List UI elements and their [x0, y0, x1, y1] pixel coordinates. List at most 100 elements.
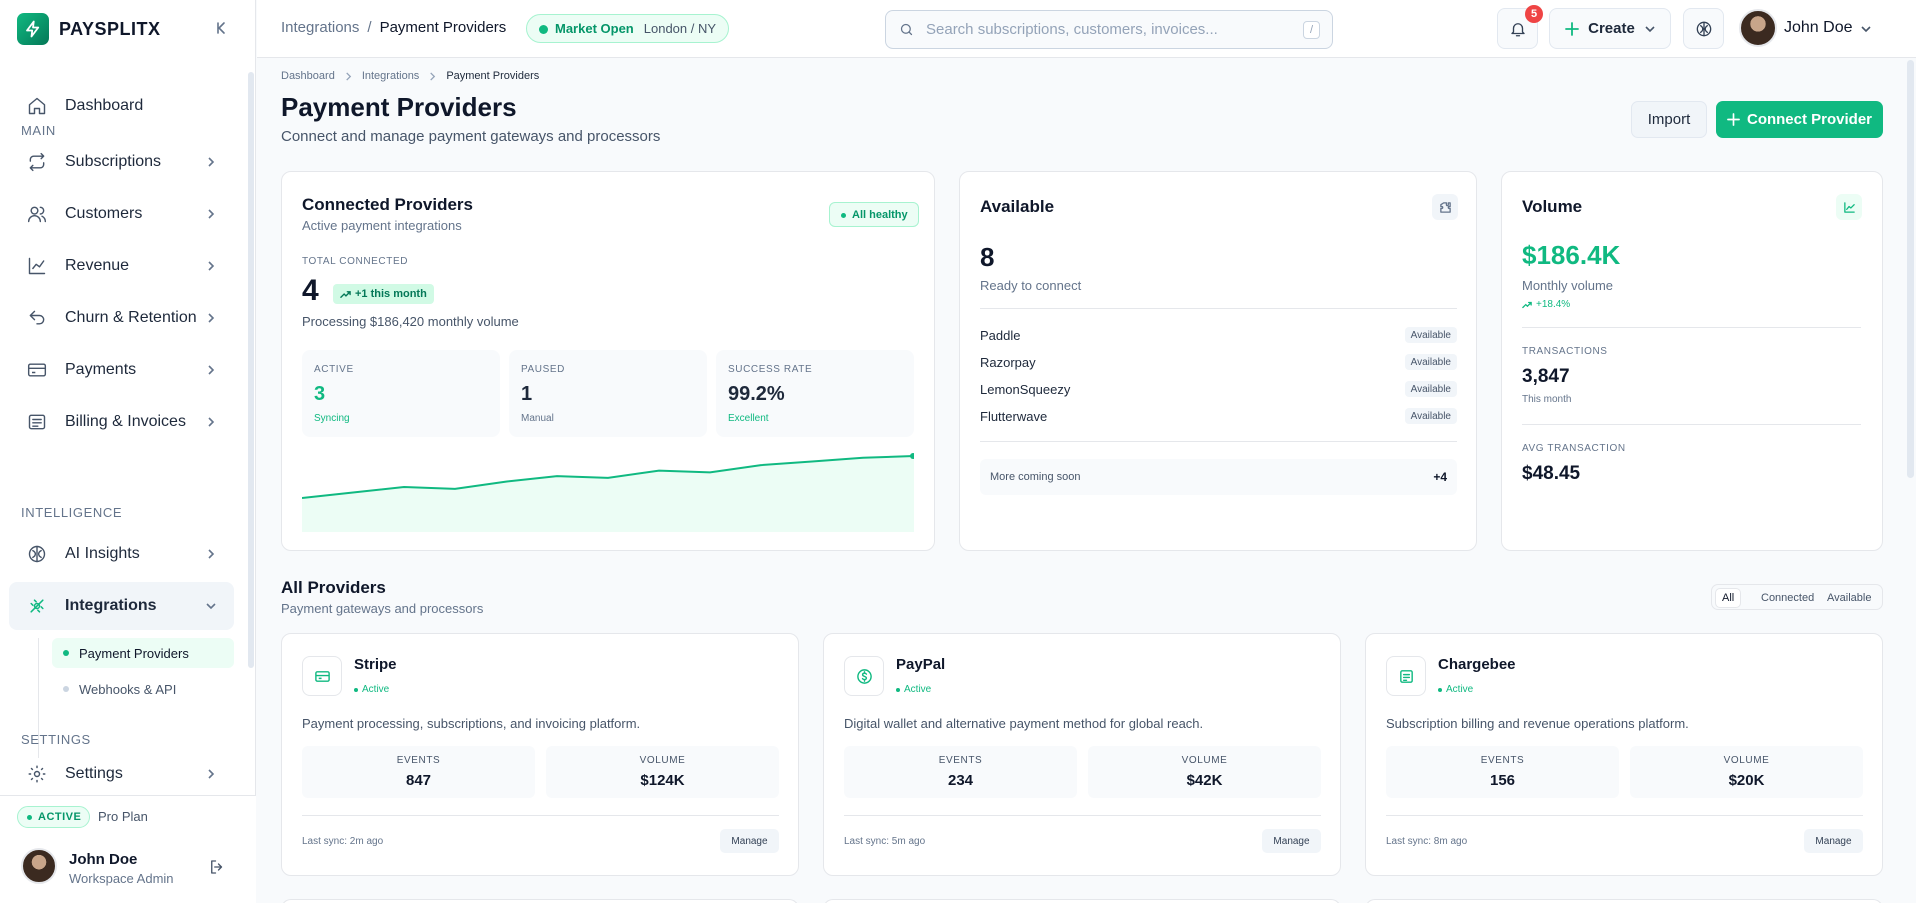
chevron-down-icon[interactable] [1860, 23, 1872, 35]
stat-value: $20K [1728, 772, 1765, 789]
manage-button[interactable]: Manage [1804, 829, 1863, 853]
search-box[interactable]: / [885, 10, 1333, 49]
notifications-button[interactable]: 5 [1497, 5, 1543, 49]
search-input[interactable] [926, 21, 1286, 38]
avatar[interactable] [1739, 9, 1777, 47]
provider-filter-tabs: All Connected Available [1711, 584, 1883, 610]
sidebar-item-integrations[interactable]: Integrations [9, 582, 234, 630]
plug-icon [27, 596, 47, 616]
plus-icon [1564, 21, 1580, 37]
market-status: Market Open [555, 21, 634, 36]
all-providers-title: All Providers [281, 578, 386, 597]
card-icon [314, 668, 331, 685]
gear-icon [27, 764, 47, 784]
sidebar-subitem-payment-providers[interactable]: Payment Providers [52, 638, 234, 668]
connect-provider-button[interactable]: Connect Provider [1716, 101, 1883, 138]
sidebar-item-ai-insights[interactable]: AI Insights [9, 530, 234, 578]
sidebar-scrollbar[interactable] [248, 72, 254, 668]
coming-soon-row[interactable]: More coming soon +4 [980, 459, 1457, 495]
brain-icon [27, 544, 47, 564]
logout-icon[interactable] [208, 858, 226, 876]
filter-tab-connected[interactable]: Connected [1755, 588, 1820, 608]
stat-value: 234 [947, 772, 974, 789]
filter-tab-all[interactable]: All [1715, 588, 1742, 608]
sidebar-section-main: MAIN [21, 123, 56, 138]
coming-soon-count: +4 [1433, 470, 1447, 484]
sidebar-item-payments[interactable]: Payments [9, 346, 234, 394]
page-title: Payment Providers [281, 92, 517, 122]
sidebar-item-label: AI Insights [65, 545, 140, 562]
provider-card-partial [1365, 899, 1883, 903]
transactions-label: TRANSACTIONS [1522, 346, 1608, 357]
home-icon [27, 96, 47, 116]
list-item[interactable]: LemonSqueezy Available [980, 379, 1457, 399]
volume-card: Volume $186.4K Monthly volume +18.4% TRA… [1501, 171, 1883, 551]
chevron-right-icon [204, 311, 218, 325]
volume-sparkline [302, 453, 914, 532]
sidebar-item-customers[interactable]: Customers [9, 190, 234, 238]
breadcrumb-item[interactable]: Integrations [362, 70, 419, 82]
dollar-circle-icon [856, 668, 873, 685]
status-badge: Active [354, 684, 389, 695]
provider-card-paypal[interactable]: PayPal Active Digital wallet and alterna… [823, 633, 1341, 876]
sidebar-item-label: Dashboard [65, 97, 144, 114]
manage-button[interactable]: Manage [1262, 829, 1321, 853]
breadcrumb-current: Payment Providers [446, 70, 540, 82]
provider-name: Razorpay [980, 354, 1036, 370]
trend-up-icon [1522, 300, 1532, 310]
chevron-right-icon [204, 207, 218, 221]
sidebar-item-label: Billing & Invoices [65, 413, 186, 430]
available-count-label: Ready to connect [980, 278, 1082, 293]
divider [1386, 815, 1863, 816]
ai-assistant-button[interactable] [1683, 8, 1724, 49]
divider [980, 308, 1457, 309]
receipt-icon [27, 412, 47, 432]
list-item[interactable]: Flutterwave Available [980, 406, 1457, 426]
sidebar-item-subscriptions[interactable]: Subscriptions [9, 138, 234, 186]
stat-value: 99.2% [728, 383, 785, 405]
provider-card-partial [823, 899, 1341, 903]
manage-button[interactable]: Manage [720, 829, 779, 853]
stat-label: VOLUME [1723, 755, 1770, 766]
sidebar-item-churn-retention[interactable]: Churn & Retention [9, 294, 234, 342]
sidebar-subitem-webhooks-api[interactable]: Webhooks & API [52, 674, 234, 704]
connected-providers-card: Connected Providers Active payment integ… [281, 171, 935, 551]
avatar[interactable] [21, 848, 57, 884]
breadcrumb-parent[interactable]: Integrations [281, 19, 359, 36]
create-button[interactable]: Create [1549, 8, 1671, 49]
collapse-sidebar-button[interactable] [210, 18, 230, 38]
plan-status-badge: ACTIVE [17, 806, 91, 828]
sidebar-nav: Dashboard MAIN Subscriptions Customers R… [0, 60, 246, 785]
brand[interactable]: PAYSPLITX [17, 13, 161, 45]
chevron-right-icon [344, 71, 353, 81]
header-user-name[interactable]: John Doe [1784, 19, 1853, 37]
chart-button[interactable] [1836, 194, 1862, 220]
status-badge: Available [1404, 381, 1457, 397]
sidebar-subitem-label: Webhooks & API [79, 681, 177, 697]
available-card: Available 8 Ready to connect Paddle Avai… [959, 171, 1477, 551]
provider-name: Flutterwave [980, 408, 1048, 424]
breadcrumb-item[interactable]: Dashboard [281, 70, 335, 82]
filter-tab-available[interactable]: Available [1821, 588, 1877, 608]
sidebar-item-billing-invoices[interactable]: Billing & Invoices [9, 398, 234, 446]
sidebar-item-label: Revenue [65, 257, 130, 274]
sidebar-item-label: Integrations [65, 597, 157, 614]
stat-note: Syncing [314, 413, 350, 424]
chevron-right-icon [204, 415, 218, 429]
chevron-down-icon [1644, 23, 1656, 35]
main-scrollbar[interactable] [1907, 60, 1914, 478]
last-sync-text: Last sync: 8m ago [1386, 836, 1468, 847]
list-item[interactable]: Paddle Available [980, 325, 1457, 345]
provider-card-chargebee[interactable]: Chargebee Active Subscription billing an… [1365, 633, 1883, 876]
provider-card-stripe[interactable]: Stripe Active Payment processing, subscr… [281, 633, 799, 876]
sidebar-item-revenue[interactable]: Revenue [9, 242, 234, 290]
puzzle-button[interactable] [1432, 194, 1458, 220]
undo-icon [27, 308, 47, 328]
page-breadcrumb: Dashboard Integrations Payment Providers [281, 70, 539, 82]
notification-count-badge: 5 [1525, 5, 1543, 23]
provider-name: Chargebee [1438, 656, 1516, 673]
sidebar-item-settings[interactable]: Settings [9, 750, 234, 785]
import-button[interactable]: Import [1631, 101, 1707, 138]
avg-transaction-label: AVG TRANSACTION [1522, 443, 1626, 454]
list-item[interactable]: Razorpay Available [980, 352, 1457, 372]
